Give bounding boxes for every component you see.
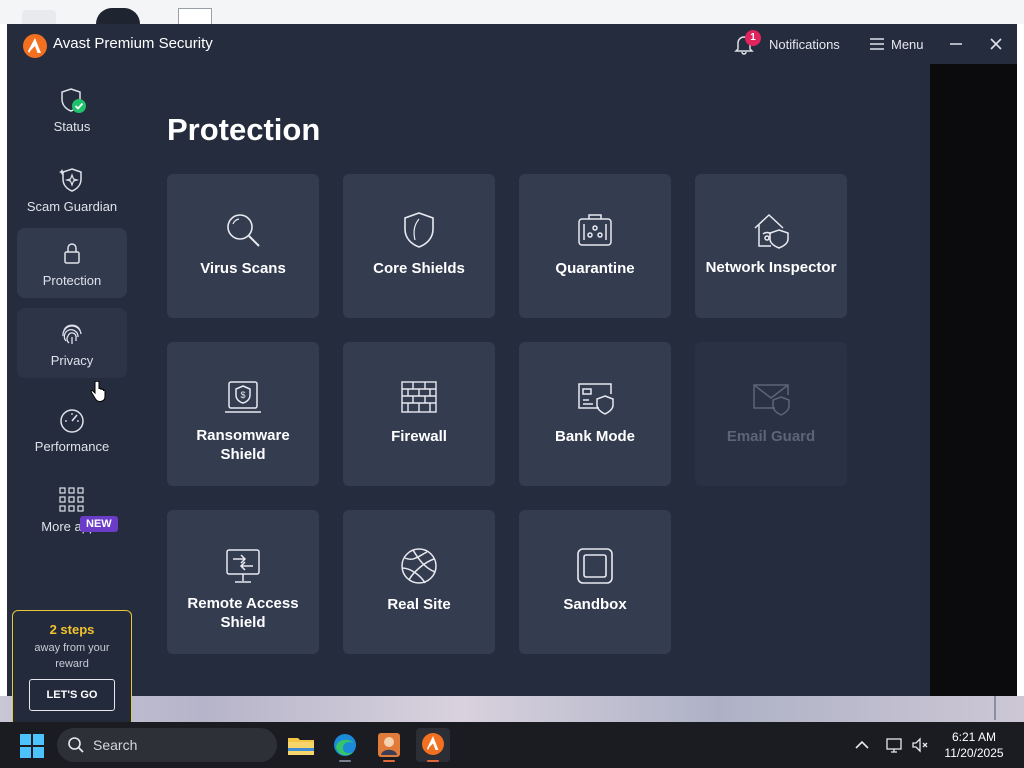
sidebar-item-label: Protection [42, 273, 102, 288]
notifications-button[interactable]: 1 Notifications [733, 30, 840, 56]
tile-bank-mode[interactable]: Bank Mode [519, 342, 671, 486]
tile-virus-scans[interactable]: Virus Scans [167, 174, 319, 318]
sidebar-item-label: Privacy [50, 353, 94, 368]
quarantine-box-icon [575, 210, 615, 250]
clock-time: 6:21 AM [951, 730, 997, 744]
globe-icon [399, 546, 439, 586]
notifications-label: Notifications [769, 36, 840, 52]
new-badge: NEW [80, 516, 118, 532]
desktop-background-right [1017, 24, 1024, 696]
bell-icon: 1 [733, 30, 761, 55]
edge-browser-icon[interactable] [328, 728, 362, 762]
magnifier-icon [223, 210, 263, 250]
sidebar-item-more-apps[interactable]: More apps [17, 476, 127, 546]
tile-label: Bank Mode [554, 428, 635, 445]
desktop-background-left [0, 24, 7, 696]
app-title: Avast Premium Security [53, 35, 213, 52]
windows-start-icon[interactable] [20, 734, 44, 758]
sidebar-item-label: Scam Guardian [26, 199, 118, 214]
remote-monitor-icon [223, 546, 263, 586]
rewards-promo-card: 2 steps away from your reward LET'S GO [12, 610, 132, 728]
sandbox-square-icon [575, 546, 615, 586]
tile-label: Email Guard [726, 428, 816, 445]
tile-firewall[interactable]: Firewall [343, 342, 495, 486]
desktop-background-top [0, 0, 1024, 24]
sidebar-item-privacy[interactable]: Privacy [17, 308, 127, 378]
card-shield-icon [575, 378, 615, 418]
running-indicator [427, 760, 439, 762]
hamburger-icon [869, 37, 885, 51]
tile-real-site[interactable]: Real Site [343, 510, 495, 654]
speedometer-icon [58, 406, 86, 434]
desktop-shortcut-icon[interactable] [22, 10, 56, 24]
side-panel-blank [930, 64, 1017, 696]
sidebar-item-label: Status [53, 119, 91, 134]
promo-steps: 2 steps [49, 622, 95, 637]
tile-label: Network Inspector [705, 259, 837, 276]
promo-subtitle: away from your reward [34, 642, 110, 670]
taskbar-clock[interactable]: 6:21 AM 11/20/2025 [936, 729, 1012, 761]
clock-date: 11/20/2025 [944, 746, 1004, 760]
fingerprint-icon [58, 320, 86, 348]
brick-wall-icon [399, 378, 439, 418]
shield-check-icon [58, 86, 86, 114]
sidebar-item-performance[interactable]: Performance [17, 396, 127, 466]
laptop-dollar-icon: $ [223, 378, 263, 418]
running-indicator [383, 760, 395, 762]
shield-sparkle-icon [58, 166, 86, 194]
home-shield-icon [751, 210, 791, 250]
sidebar-item-protection[interactable]: Protection [17, 228, 127, 298]
page-title: Protection [167, 112, 321, 147]
avast-window: Avast Premium Security 1 Notifications M… [7, 24, 1017, 728]
close-button[interactable] [986, 34, 1006, 54]
tile-label: Remote Access Shield [187, 595, 299, 631]
user-app-icon[interactable] [372, 728, 406, 762]
envelope-shield-icon [751, 378, 791, 418]
svg-text:$: $ [240, 390, 245, 400]
desktop-file-icon[interactable] [178, 8, 212, 24]
avast-logo-icon [23, 34, 47, 58]
tile-label: Virus Scans [200, 260, 286, 277]
tile-label: Firewall [391, 428, 447, 445]
tile-quarantine[interactable]: Quarantine [519, 174, 671, 318]
shield-icon [399, 210, 439, 250]
sidebar: Status Scam Guardian Protection Privacy [7, 64, 137, 728]
lock-icon [58, 240, 86, 268]
taskbar: Search 6:21 AM 11/20/2025 [0, 722, 1024, 768]
running-indicator [339, 760, 351, 762]
chevron-up-icon[interactable] [852, 735, 872, 755]
menu-button[interactable]: Menu [869, 32, 924, 56]
grid-icon [58, 486, 86, 514]
minimize-button[interactable] [947, 34, 965, 54]
volume-muted-icon[interactable] [910, 735, 930, 755]
tile-ransomware-shield[interactable]: $ Ransomware Shield [167, 342, 319, 486]
title-bar[interactable]: Avast Premium Security 1 Notifications M… [7, 24, 1017, 64]
menu-label: Menu [891, 36, 924, 52]
sidebar-item-scam-guardian[interactable]: Scam Guardian [17, 156, 127, 226]
network-display-icon[interactable] [884, 735, 904, 755]
tile-network-inspector[interactable]: Network Inspector [695, 174, 847, 318]
tile-label: Sandbox [563, 596, 627, 613]
notifications-count-badge: 1 [745, 30, 761, 46]
avast-taskbar-icon[interactable] [416, 728, 450, 762]
sidebar-item-status[interactable]: Status [17, 76, 127, 146]
tile-label: Ransomware Shield [196, 427, 290, 463]
tile-email-guard[interactable]: Email Guard [695, 342, 847, 486]
desktop-app-icon[interactable] [96, 8, 140, 24]
file-explorer-icon[interactable] [284, 728, 318, 762]
desktop-wallpaper [0, 696, 1024, 722]
search-icon [67, 736, 85, 754]
tile-sandbox[interactable]: Sandbox [519, 510, 671, 654]
tile-remote-access-shield[interactable]: Remote Access Shield [167, 510, 319, 654]
taskbar-search-box[interactable]: Search [57, 728, 277, 762]
tile-label: Real Site [387, 596, 451, 613]
tile-core-shields[interactable]: Core Shields [343, 174, 495, 318]
mouse-cursor-icon [90, 380, 106, 403]
search-label: Search [93, 737, 138, 753]
tile-label: Core Shields [373, 260, 465, 277]
lets-go-button[interactable]: LET'S GO [29, 679, 115, 711]
sidebar-item-label: Performance [34, 439, 110, 454]
tile-label: Quarantine [555, 260, 635, 277]
